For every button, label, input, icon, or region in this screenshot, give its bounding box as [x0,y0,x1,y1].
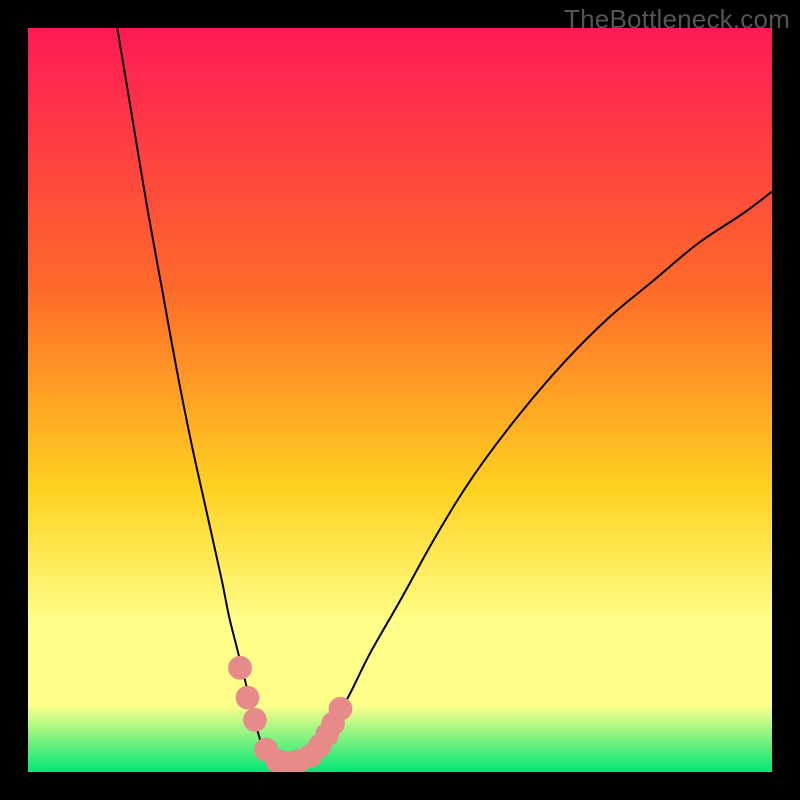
scatter-dot [228,656,252,680]
watermark-text: TheBottleneck.com [564,4,790,35]
outer-frame: TheBottleneck.com [0,0,800,800]
scatter-dot [236,686,260,710]
scatter-dot [329,697,353,721]
scatter-dot [243,708,267,732]
chart-canvas [28,28,772,772]
gradient-background [28,28,772,772]
plot-area [28,28,772,772]
